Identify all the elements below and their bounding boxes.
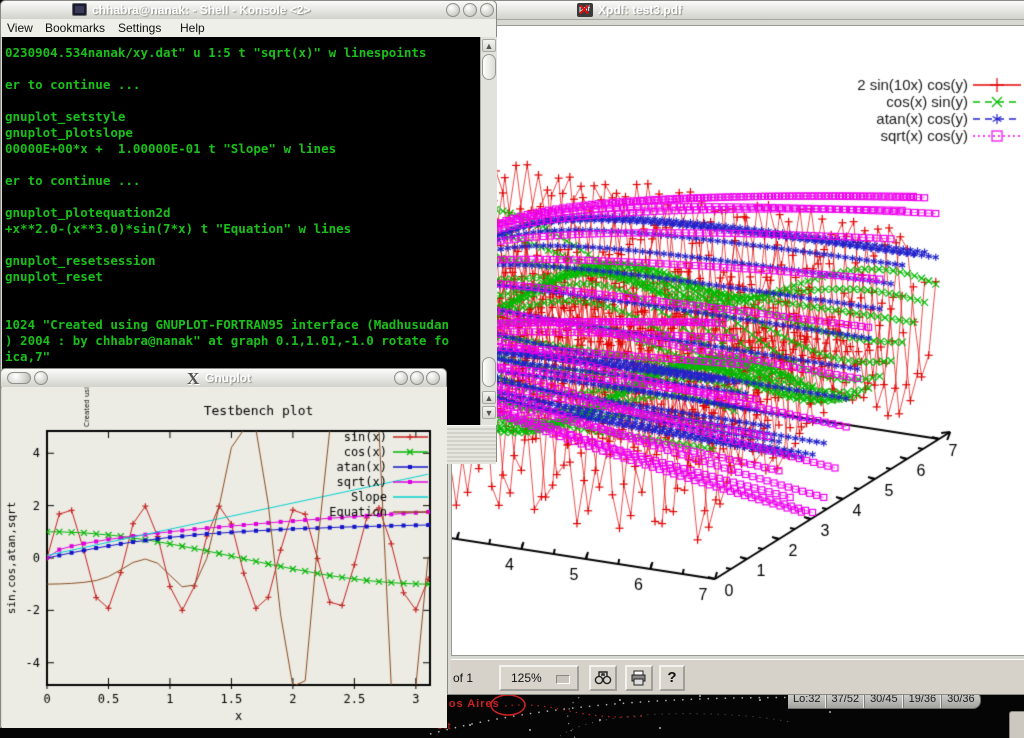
pdf-3d-plot-canvas[interactable] xyxy=(452,26,1023,655)
xpdf-page-area[interactable] xyxy=(451,25,1024,656)
menu-help[interactable]: Help xyxy=(180,21,205,35)
minimize-button[interactable] xyxy=(446,3,460,17)
printer-icon xyxy=(630,670,648,686)
menu-settings[interactable]: Settings xyxy=(118,21,161,35)
dropdown-indicator-icon xyxy=(556,675,570,684)
page-info: of 1 xyxy=(453,671,473,685)
gnuplot-window-title: Gnuplot xyxy=(205,371,251,385)
terminal-icon xyxy=(72,3,87,16)
binoculars-icon xyxy=(594,670,612,686)
print-button[interactable] xyxy=(625,665,653,691)
xpdf-window-title: Xpdf: test3.pdf xyxy=(598,3,682,17)
sticky-button[interactable] xyxy=(34,371,48,385)
xpdf-window: pdf Xpdf: test3.pdf of 1 125% xyxy=(447,0,1024,695)
wallpaper-city-label: nos Aires xyxy=(441,698,500,710)
about-button[interactable]: ? xyxy=(659,665,685,691)
gnuplot-window: X Gnuplot xyxy=(0,368,447,728)
gnuplot-titlebar[interactable]: X Gnuplot xyxy=(1,369,446,388)
konsole-titlebar[interactable]: chhabra@nanak: - Shell - Konsole <2> xyxy=(1,1,496,20)
konsole-menubar: View Bookmarks Settings Help xyxy=(1,19,496,38)
panel-corner xyxy=(1009,711,1024,738)
menu-bookmarks[interactable]: Bookmarks xyxy=(45,21,105,35)
find-button[interactable] xyxy=(589,665,617,691)
scroll-down-icon[interactable]: ▼ xyxy=(482,406,496,419)
scroll-up2-icon[interactable]: ▲ xyxy=(482,391,496,404)
maximize-button[interactable] xyxy=(463,3,477,17)
window-menu-button[interactable] xyxy=(7,372,31,384)
pdf-icon: pdf xyxy=(577,3,593,17)
xpdf-toolbar: of 1 125% ? xyxy=(451,659,1024,694)
scroll-up-icon[interactable]: ▲ xyxy=(482,39,496,52)
terminal-scrollbar[interactable]: ▲ ▲ ▼ xyxy=(480,37,497,425)
scrollbar-thumb-lower[interactable] xyxy=(482,357,496,387)
scrollbar-thumb[interactable] xyxy=(482,54,496,80)
maximize-button[interactable] xyxy=(410,371,424,385)
gnuplot-plot-area[interactable] xyxy=(2,387,447,728)
minimize-button[interactable] xyxy=(394,371,408,385)
konsole-window-title: chhabra@nanak: - Shell - Konsole <2> xyxy=(92,3,310,17)
close-button[interactable] xyxy=(426,371,440,385)
x11-logo-icon: X xyxy=(187,369,199,389)
zoom-select[interactable]: 125% xyxy=(499,665,579,691)
terminal-viewport[interactable]: 0230904.534nanak/xy.dat" u 1:5 t "sqrt(x… xyxy=(2,37,480,425)
menu-view[interactable]: View xyxy=(7,21,33,35)
close-button[interactable] xyxy=(480,3,494,17)
terminal-text: 0230904.534nanak/xy.dat" u 1:5 t "sqrt(x… xyxy=(2,37,480,365)
desktop: nos Aires ott Lo:32 37/52 30/45 19/36 30… xyxy=(0,0,1024,738)
zoom-level-value: 125% xyxy=(511,671,542,685)
gnuplot-2d-chart-canvas[interactable] xyxy=(2,387,447,728)
xpdf-titlebar[interactable]: pdf Xpdf: test3.pdf xyxy=(448,1,1024,20)
